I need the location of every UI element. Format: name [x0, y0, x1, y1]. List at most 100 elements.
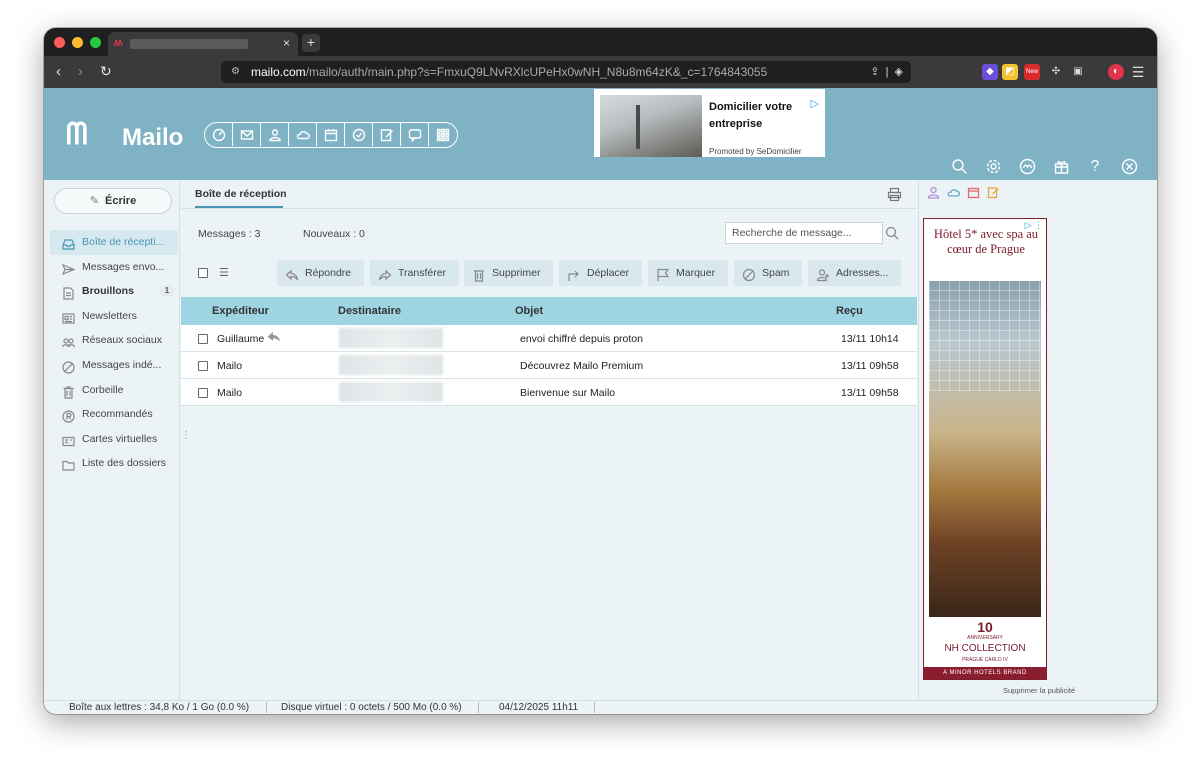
table-row[interactable]: Mailo Bienvenue sur Mailo 13/11 09h58: [181, 379, 917, 406]
ad-location: PRAGUE CARLO IV: [962, 657, 1008, 663]
sidebar-item-inbox[interactable]: Boîte de récepti...: [50, 230, 178, 255]
gear-icon[interactable]: [983, 158, 1003, 176]
replied-icon: [267, 331, 283, 345]
spam-button[interactable]: Spam: [734, 260, 802, 286]
reply-button[interactable]: Répondre: [277, 260, 364, 286]
maximize-window-button[interactable]: [90, 37, 101, 48]
close-circle-icon[interactable]: [1119, 158, 1139, 176]
addresses-button[interactable]: Adresses...: [808, 260, 901, 286]
delete-button[interactable]: Supprimer: [464, 260, 553, 286]
print-icon[interactable]: [887, 187, 903, 203]
row-checkbox[interactable]: [198, 388, 208, 398]
row-subject: Bienvenue sur Mailo: [520, 387, 616, 399]
gift-icon[interactable]: [1051, 158, 1071, 176]
menu-icon[interactable]: ☰: [1130, 64, 1146, 80]
contacts-icon[interactable]: [927, 186, 940, 202]
extension-icon[interactable]: ◩: [1002, 64, 1018, 80]
chat-icon[interactable]: [401, 123, 429, 146]
column-received[interactable]: Reçu: [836, 305, 863, 317]
close-window-button[interactable]: [54, 37, 65, 48]
notes-icon[interactable]: [987, 186, 1000, 202]
reply-label: Répondre: [305, 267, 352, 279]
sidebar-item-spam[interactable]: Messages indé...: [50, 353, 178, 378]
profile-icon[interactable]: ◐: [1108, 64, 1124, 80]
dashboard-icon[interactable]: [205, 123, 233, 146]
cloud-icon[interactable]: [289, 123, 317, 146]
reader-icon[interactable]: ▣: [1070, 64, 1086, 80]
search-icon[interactable]: [949, 158, 969, 176]
glass-ceiling-shape: [929, 281, 1041, 391]
sidebar-item-label: Messages indé...: [82, 358, 162, 371]
move-button[interactable]: Déplacer: [559, 260, 642, 286]
sort-icon[interactable]: ☰: [219, 266, 229, 279]
sidebar-item-label: Recommandés: [82, 408, 153, 421]
row-recipient-redacted: [339, 328, 443, 348]
tab-close-icon[interactable]: ×: [283, 36, 290, 50]
notes-icon[interactable]: [373, 123, 401, 146]
sidebar-item-drafts[interactable]: Brouillons 1: [50, 279, 178, 304]
pane-splitter-handle[interactable]: ⋮: [181, 430, 191, 441]
folder-icon: [62, 457, 75, 471]
tasks-icon[interactable]: [345, 123, 373, 146]
mark-button[interactable]: Marquer: [648, 260, 728, 286]
mail-icon[interactable]: [233, 123, 261, 146]
table-row[interactable]: Guillaume envoi chiffré depuis proton 13…: [181, 325, 917, 352]
status-divider: [594, 702, 595, 713]
column-from[interactable]: Expéditeur: [212, 305, 269, 317]
forward-button[interactable]: Transférer: [370, 260, 459, 286]
table-row[interactable]: Mailo Découvrez Mailo Premium 13/11 09h5…: [181, 352, 917, 379]
newsletter-icon: [62, 310, 75, 324]
drafts-count-badge: 1: [160, 285, 174, 298]
sidebar-item-trash[interactable]: Corbeille: [50, 378, 178, 403]
select-all-checkbox[interactable]: [198, 268, 208, 278]
app-header: ᗰ Mailo Domicilier votre entreprise Prom…: [44, 88, 1157, 180]
ban-icon: [62, 359, 75, 374]
draft-icon: [62, 285, 75, 300]
minimize-window-button[interactable]: [72, 37, 83, 48]
mailo-logo[interactable]: ᗰ Mailo: [66, 118, 183, 152]
apps-grid-icon[interactable]: [429, 123, 457, 146]
sidebar-item-registered[interactable]: Recommandés: [50, 402, 178, 427]
browser-tab[interactable]: ʍ ×: [108, 32, 298, 56]
calendar-icon[interactable]: [967, 186, 980, 202]
tab-inbox[interactable]: Boîte de réception: [195, 188, 287, 200]
ad-title: Domicilier votre entreprise: [709, 101, 793, 130]
search-input[interactable]: Recherche de message...: [725, 222, 883, 244]
ad-image: [600, 95, 702, 157]
adchoices-icon[interactable]: ▷: [811, 97, 819, 110]
back-icon[interactable]: ‹: [56, 63, 61, 80]
remove-ads-link[interactable]: Supprimer la publicité: [1003, 686, 1075, 695]
sidebar-item-newsletters[interactable]: Newsletters: [50, 304, 178, 329]
forward-label: Transférer: [398, 267, 447, 279]
share-icon[interactable]: ⇪ | ◈: [870, 61, 903, 83]
sidebar-item-social[interactable]: Réseaux sociaux: [50, 328, 178, 353]
forward-icon[interactable]: ›: [78, 63, 83, 80]
puzzle-icon[interactable]: ✣: [1048, 64, 1064, 80]
row-from: Guillaume: [217, 333, 265, 345]
new-tab-button[interactable]: +: [302, 34, 320, 52]
search-icon[interactable]: [885, 226, 899, 240]
compose-button[interactable]: ✎ Écrire: [54, 188, 172, 214]
row-checkbox[interactable]: [198, 334, 208, 344]
site-info-icon[interactable]: ⚙: [231, 61, 240, 83]
column-to[interactable]: Destinataire: [338, 305, 401, 317]
extension-new-icon[interactable]: New: [1024, 64, 1040, 80]
sidebar-item-cards[interactable]: Cartes virtuelles: [50, 427, 178, 452]
contacts-icon[interactable]: [261, 123, 289, 146]
top-advertisement[interactable]: Domicilier votre entreprise Promoted by …: [594, 89, 825, 157]
sidebar-item-sent[interactable]: Messages envo...: [50, 255, 178, 280]
calendar-icon[interactable]: [317, 123, 345, 146]
cloud-icon[interactable]: [947, 186, 961, 202]
address-bar[interactable]: ⚙ mailo.com/mailo/auth/main.php?s=FmxuQ9L…: [221, 61, 911, 83]
row-checkbox[interactable]: [198, 361, 208, 371]
sidebar-item-folders[interactable]: Liste des dossiers: [50, 451, 178, 476]
extension-icon[interactable]: ◆: [982, 64, 998, 80]
mailo-account-icon[interactable]: [1017, 158, 1037, 176]
flag-icon: [656, 266, 670, 281]
help-icon[interactable]: ?: [1085, 158, 1105, 176]
sidebar: ✎ Écrire Boîte de récepti... Messages env…: [44, 180, 180, 700]
side-advertisement[interactable]: ▷ ⋮ Hôtel 5* avec spa au cœur de Prague …: [923, 218, 1047, 680]
status-bar: Boîte aux lettres : 34,8 Ko / 1 Go (0.0 …: [44, 700, 1157, 714]
reload-icon[interactable]: ↻: [100, 63, 112, 80]
column-subject[interactable]: Objet: [515, 305, 543, 317]
